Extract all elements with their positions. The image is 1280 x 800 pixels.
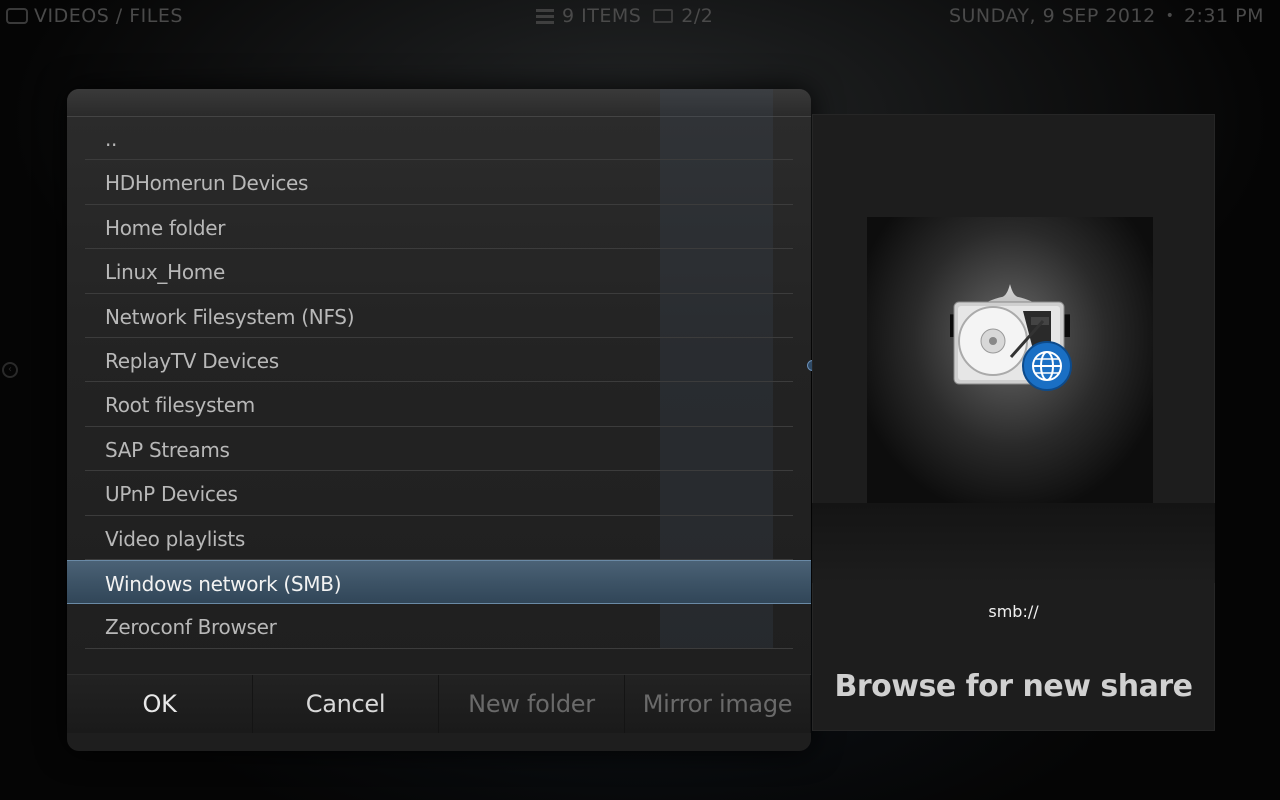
page-icon (653, 9, 674, 23)
list-item-video-playlists[interactable]: Video playlists (85, 516, 793, 560)
list-item-linux-home[interactable]: Linux_Home (85, 249, 793, 294)
back-arrow-icon[interactable]: ‹ (2, 362, 18, 378)
browse-dialog: .. HDHomerun Devices Home folder Linux_H… (67, 89, 811, 751)
dialog-buttons: OK Cancel New folder Mirror image (67, 674, 811, 733)
top-bar: VIDEOS / FILES 9 ITEMS 2/2 SUNDAY, 9 SEP… (0, 0, 1280, 32)
cancel-button[interactable]: Cancel (253, 675, 439, 733)
list-icon (536, 8, 554, 24)
list-item-replaytv[interactable]: ReplayTV Devices (85, 338, 793, 383)
list-item-smb[interactable]: Windows network (SMB) (67, 559, 811, 605)
list-item-parent[interactable]: .. (85, 116, 793, 161)
list-item-upnp[interactable]: UPnP Devices (85, 471, 793, 516)
item-info: 9 ITEMS 2/2 (536, 5, 713, 27)
list-item-label: HDHomerun Devices (105, 171, 309, 196)
items-count: 9 ITEMS (562, 5, 642, 27)
screen: VIDEOS / FILES 9 ITEMS 2/2 SUNDAY, 9 SEP… (0, 0, 1280, 800)
globe-icon (1022, 341, 1072, 391)
list-item-label: Windows network (SMB) (105, 571, 342, 596)
new-folder-button[interactable]: New folder (439, 675, 625, 733)
list-item-label: Home folder (105, 215, 226, 240)
mirror-image-button[interactable]: Mirror image (625, 675, 811, 733)
list-item-zeroconf[interactable]: Zeroconf Browser (85, 604, 793, 649)
list-item-label: Network Filesystem (NFS) (105, 304, 355, 329)
list-item-label: UPnP Devices (105, 482, 238, 507)
separator-dot: • (1165, 8, 1174, 24)
list-item-label: SAP Streams (105, 437, 230, 462)
share-url: smb:// (988, 602, 1039, 621)
list-item-label: .. (105, 127, 118, 151)
section-title: VIDEOS / FILES (34, 5, 183, 27)
page-indicator: 2/2 (681, 5, 714, 27)
home-icon[interactable] (6, 8, 28, 24)
time-text: 2:31 PM (1183, 5, 1264, 27)
list-item-root-filesystem[interactable]: Root filesystem (85, 382, 793, 427)
share-thumbnail (867, 217, 1153, 503)
list-item-label: Video playlists (105, 526, 246, 551)
list-item-label: Zeroconf Browser (105, 615, 277, 640)
network-hard-drive-icon (953, 301, 1072, 391)
list-item-label: Root filesystem (105, 393, 255, 418)
list-item-home-folder[interactable]: Home folder (85, 205, 793, 250)
source-list: .. HDHomerun Devices Home folder Linux_H… (67, 116, 811, 649)
breadcrumb: VIDEOS / FILES (6, 5, 183, 27)
info-panel: smb:// Browse for new share (812, 114, 1215, 731)
share-title: Browse for new share (834, 669, 1194, 704)
list-item-label: ReplayTV Devices (105, 348, 279, 373)
clock: SUNDAY, 9 SEP 2012 • 2:31 PM (949, 5, 1264, 27)
list-item-nfs[interactable]: Network Filesystem (NFS) (85, 294, 793, 338)
list-item-sap-streams[interactable]: SAP Streams (85, 427, 793, 472)
thumbnail-reflection (812, 503, 1215, 583)
list-item-hdhomerun[interactable]: HDHomerun Devices (85, 160, 793, 205)
date-text: SUNDAY, 9 SEP 2012 (948, 5, 1156, 27)
ok-button[interactable]: OK (67, 675, 253, 733)
list-item-label: Linux_Home (105, 260, 225, 285)
